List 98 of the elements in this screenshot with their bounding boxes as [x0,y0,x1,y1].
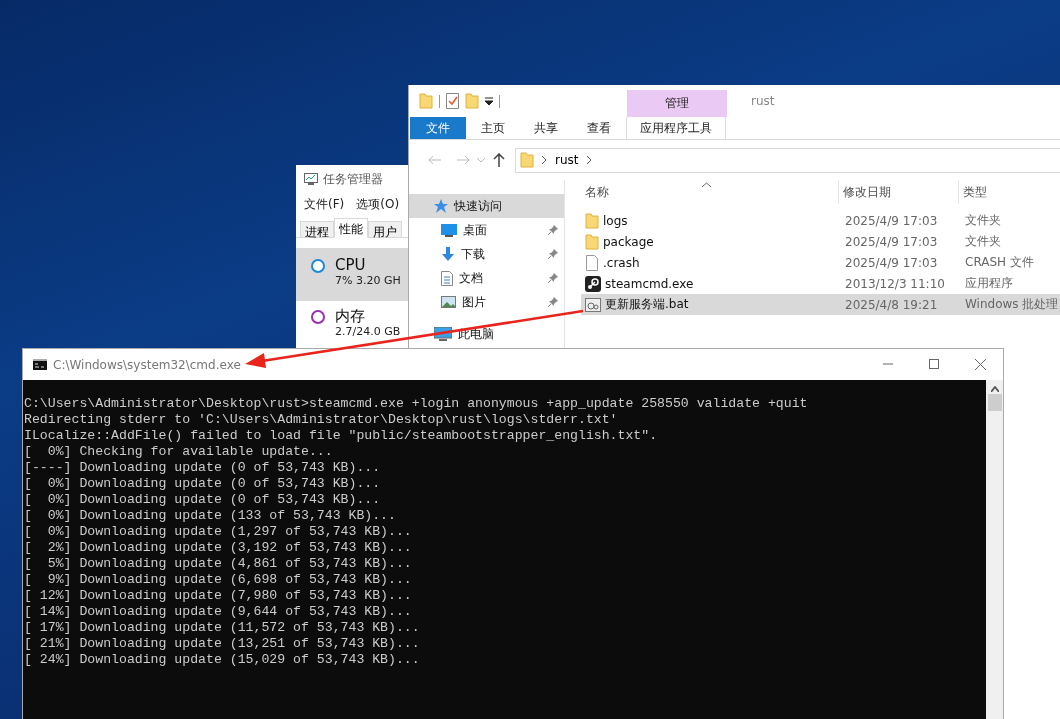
monitor-chart-icon [304,173,318,185]
pin-icon[interactable] [548,273,558,283]
nav-item[interactable]: 下载 [409,242,564,266]
close-icon[interactable] [974,359,986,370]
checked-document-icon[interactable] [446,93,459,109]
file-type: CRASH 文件 [964,254,1035,271]
address-bar[interactable]: rust [515,147,1060,173]
file-name: .crash [603,255,640,270]
sort-caret-icon [702,182,711,187]
file-name: package [603,234,654,249]
folder-icon [585,233,599,250]
menu-item[interactable]: 选项(O) [356,195,400,213]
folder-icon [465,93,479,109]
download-icon [441,246,455,262]
menu-item[interactable]: 文件(F) [304,195,345,213]
resource-name: CPU [335,256,367,274]
ribbon-tab[interactable]: 应用程序工具 [626,117,726,139]
window-title: 任务管理器 [323,170,383,188]
maximize-icon[interactable] [929,359,939,369]
console-line: [ 5%] Downloading update (4,861 of 53,743 KB)... [24,556,413,572]
console-line: [ 9%] Downloading update (6,698 of 53,743 KB)... [24,572,413,588]
context-tab-header: 管理 [627,90,727,117]
gears-file-icon [585,297,601,312]
file-type: 应用程序 [964,275,1014,292]
caret-icon[interactable] [477,157,485,163]
column-header[interactable]: 类型 [959,180,1060,204]
window-title: C:\Windows\system32\cmd.exe [53,357,241,372]
column-header[interactable]: 名称 [581,180,839,204]
console-line: ILocalize::AddFile() failed to load file "public/steambootstrapper_english.txt". [24,428,659,444]
nav-item[interactable]: 图片 [409,290,564,314]
console-line: [ 17%] Downloading update (11,572 of 53,743 KB)... [24,620,421,636]
up-arrow-icon[interactable] [493,153,505,167]
console-line: [ 14%] Downloading update (9,644 of 53,743 KB)... [24,604,413,620]
console-line: [ 21%] Downloading update (13,251 of 53,743 KB)... [24,636,421,652]
console-line: [ 0%] Downloading update (0 of 53,743 KB)... [24,492,382,508]
picture-icon [441,296,456,308]
file-date: 2025/4/8 19:21 [844,297,939,312]
resource-name: 内存 [335,307,366,325]
file-row[interactable]: steamcmd.exe 2013/12/3 11:10 应用程序 [581,273,1060,294]
tab[interactable]: 性能 [334,218,368,238]
console-line: [ 0%] Downloading update (133 of 53,743 KB)... [24,508,397,524]
folder-icon [585,212,599,229]
scrollbar-thumb[interactable] [987,394,1002,411]
resource-item[interactable]: 内存 2.7/24.0 GB [296,305,408,338]
file-type: 文件夹 [964,212,1002,229]
file-type: 文件夹 [964,233,1002,250]
tab[interactable]: 用户 [368,221,402,238]
nav-item[interactable]: 文档 [409,266,564,290]
console-line: Redirecting stderr to 'C:\Users\Administrator\Desktop\rust\logs\stderr.txt' [24,412,619,428]
forward-arrow-icon[interactable] [456,155,470,165]
file-date: 2013/12/3 11:10 [844,276,946,291]
resource-detail: 7% 3.20 GH [335,274,401,287]
nav-item[interactable]: 桌面 [409,218,564,242]
file-row[interactable]: 更新服务端.bat 2025/4/8 19:21 Windows 批处理 [581,294,1060,315]
chevron-icon [542,156,547,164]
scroll-up-icon[interactable] [990,386,999,392]
nav-item[interactable]: 快速访问 [409,194,564,218]
resource-detail: 2.7/24.0 GB [335,325,401,338]
column-header[interactable]: 修改日期 [839,180,959,204]
resource-item[interactable]: CPU 7% 3.20 GH [296,248,408,301]
file-date: 2025/4/9 17:03 [844,213,939,228]
console-line: [ 0%] Downloading update (0 of 53,743 KB)... [24,476,382,492]
file-type: Windows 批处理 [964,296,1060,313]
scrollbar[interactable] [986,380,1003,719]
console-icon [33,359,47,370]
file-name: logs [603,213,628,228]
monitor-icon [441,223,457,237]
console-line: C:\Users\Administrator\Desktop\rust>steamcmd.exe +login anonymous +app_update 258550 validate +quit [24,396,809,412]
file-row[interactable]: .crash 2025/4/9 17:03 CRASH 文件 [581,252,1060,273]
file-row[interactable]: package 2025/4/9 17:03 文件夹 [581,231,1060,252]
computer-icon [434,327,452,341]
ribbon-tab[interactable]: 文件 [410,117,466,139]
file-row[interactable]: logs 2025/4/9 17:03 文件夹 [581,210,1060,231]
address-segment[interactable]: rust [555,153,579,167]
document-icon [441,270,453,286]
file-icon [585,254,599,271]
back-arrow-icon[interactable] [428,155,442,165]
file-name: 更新服务端.bat [605,296,689,313]
tab[interactable]: 进程 [300,221,334,238]
console-line: [ 2%] Downloading update (3,192 of 53,743 KB)... [24,540,413,556]
console-line: [----] Downloading update (0 of 53,743 KB)... [24,460,382,476]
dropdown-caret-icon[interactable] [485,97,493,105]
chevron-icon [586,156,592,164]
file-name: steamcmd.exe [605,276,694,291]
console-line: [ 12%] Downloading update (7,980 of 53,743 KB)... [24,588,413,604]
file-date: 2025/4/9 17:03 [844,255,939,270]
star-icon [434,199,448,213]
console-line: [ 0%] Downloading update (1,297 of 53,743 KB)... [24,524,413,540]
console-line: [ 24%] Downloading update (15,029 of 53,743 KB)... [24,652,421,668]
pin-icon[interactable] [548,225,558,235]
pin-icon[interactable] [548,249,558,259]
app-icon [585,275,601,292]
console-line: [ 0%] Checking for available update... [24,444,334,460]
pin-icon[interactable] [548,297,558,307]
folder-icon [419,93,433,109]
file-date: 2025/4/9 17:03 [844,234,939,249]
folder-icon [520,152,534,168]
window-title: rust [750,93,775,110]
